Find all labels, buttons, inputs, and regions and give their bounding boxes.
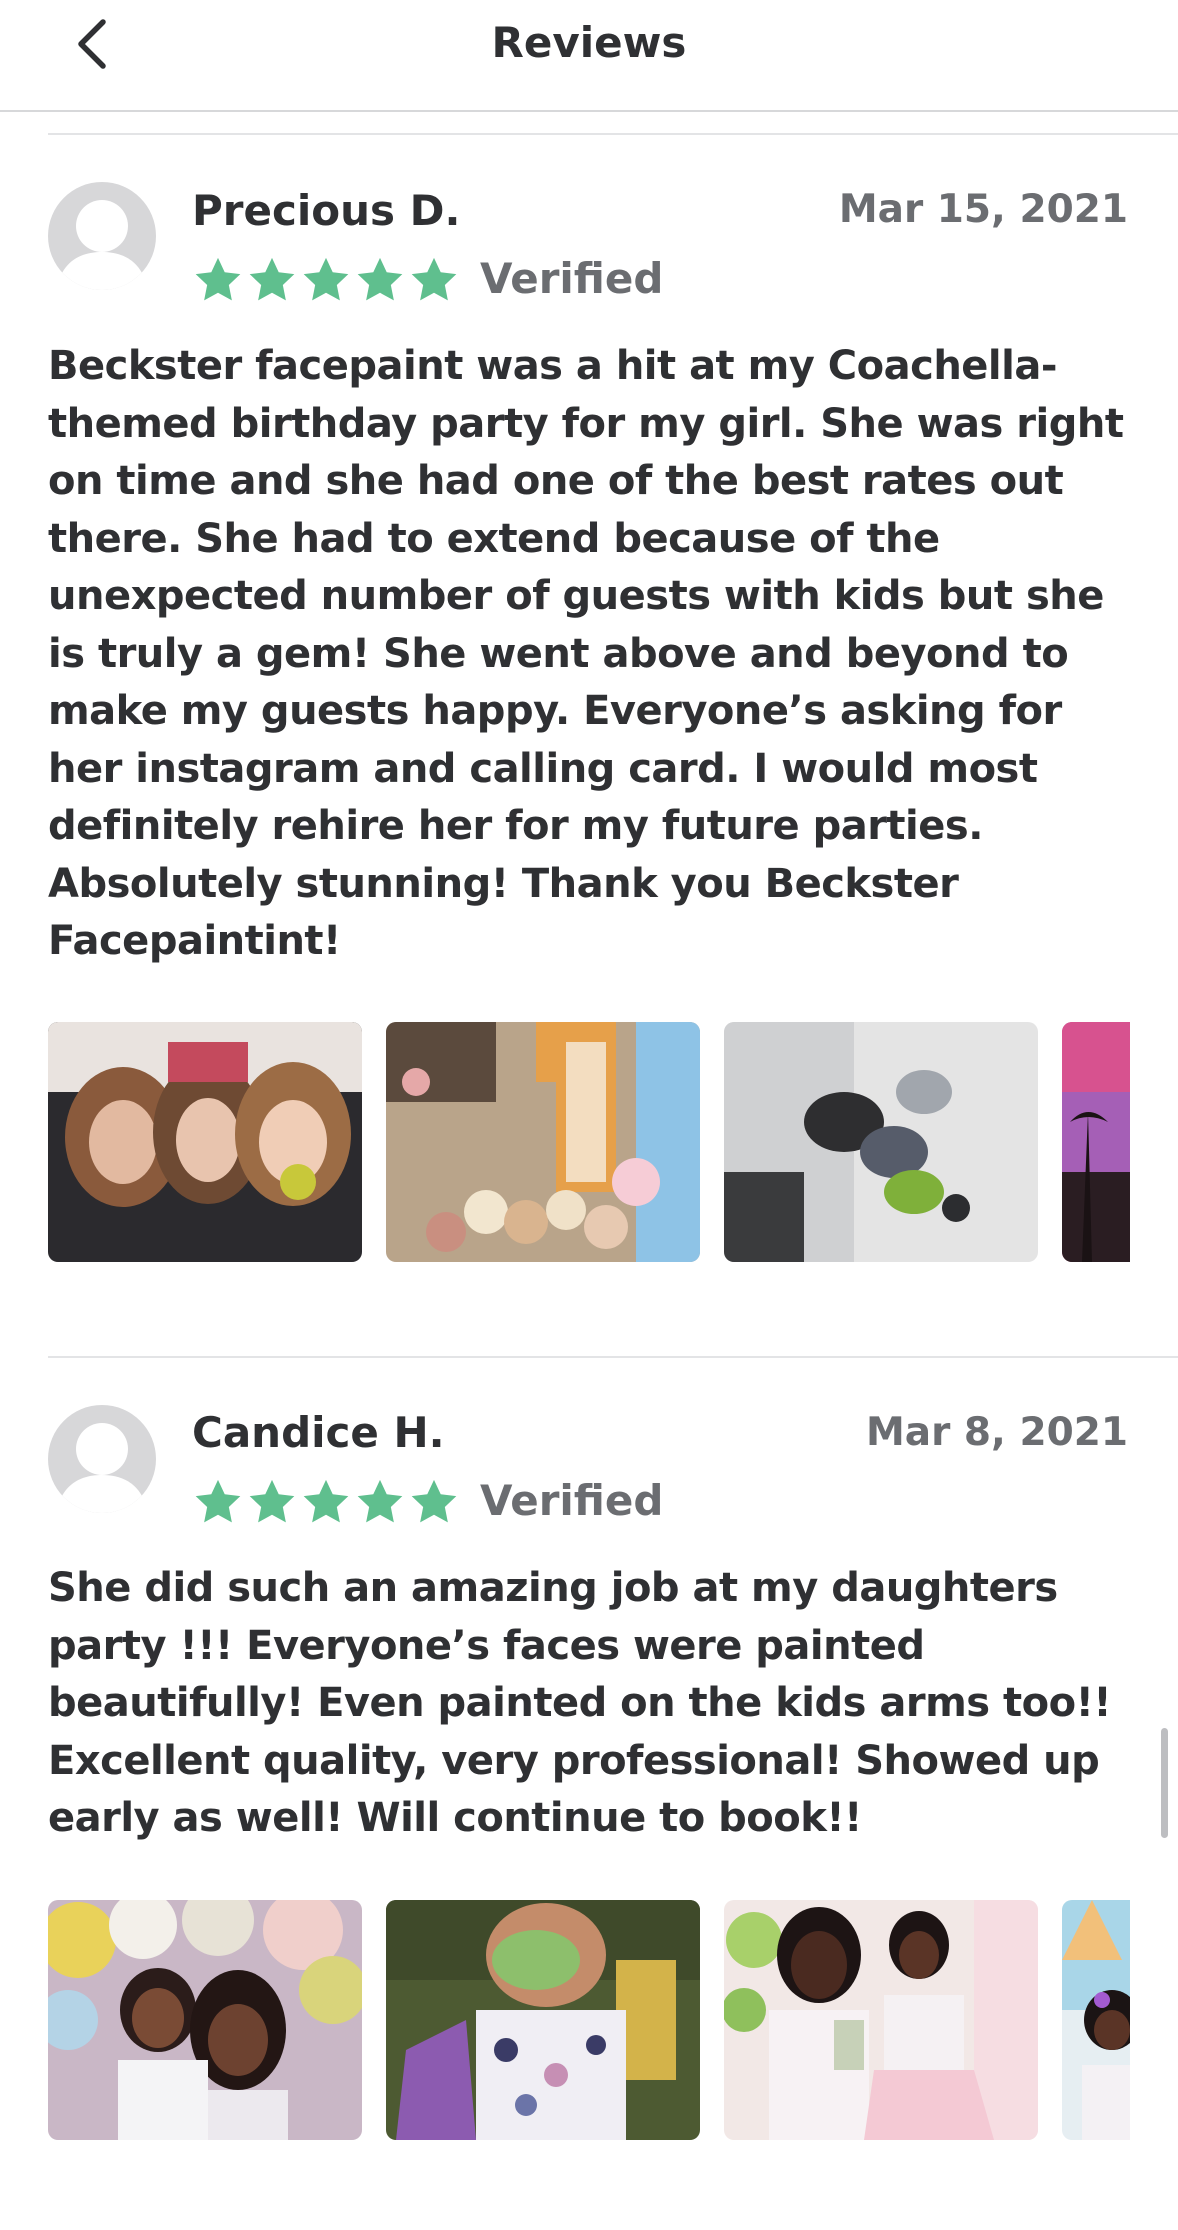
top-nav-bar: Reviews (0, 0, 1178, 112)
divider (48, 1356, 1178, 1358)
user-placeholder-icon (56, 200, 148, 290)
star-icon (195, 1479, 241, 1523)
user-placeholder-icon (56, 1423, 148, 1513)
star-icon (357, 1479, 403, 1523)
review-photo-strip[interactable] (48, 1022, 1130, 1262)
review-date: Mar 15, 2021 (838, 187, 1128, 232)
review-photo[interactable] (724, 1022, 1038, 1262)
reviewer-name[interactable]: Candice H. (192, 1408, 445, 1457)
star-icon (249, 257, 295, 301)
review-photo[interactable] (48, 1022, 362, 1262)
review-photo[interactable] (48, 1900, 362, 2140)
review-photo-strip[interactable] (48, 1900, 1130, 2140)
star-icon (303, 257, 349, 301)
review-photo[interactable] (386, 1022, 700, 1262)
review-date: Mar 8, 2021 (865, 1410, 1128, 1455)
review-photo[interactable] (386, 1900, 700, 2140)
review-photo[interactable] (1062, 1022, 1130, 1262)
star-icon (303, 1479, 349, 1523)
star-rating (192, 254, 460, 306)
reviewer-name[interactable]: Precious D. (192, 186, 460, 235)
review-photo[interactable] (1062, 1900, 1130, 2140)
star-icon (411, 1479, 457, 1523)
review-photo[interactable] (724, 1900, 1038, 2140)
verified-badge: Verified (480, 254, 664, 303)
page-title: Reviews (491, 18, 687, 67)
avatar[interactable] (48, 182, 156, 290)
scrollbar-thumb[interactable] (1161, 1728, 1168, 1838)
star-icon (249, 1479, 295, 1523)
star-icon (195, 257, 241, 301)
verified-badge: Verified (480, 1476, 664, 1525)
avatar[interactable] (48, 1405, 156, 1513)
star-rating (192, 1476, 460, 1528)
star-icon (411, 257, 457, 301)
star-icon (357, 257, 403, 301)
divider (48, 133, 1178, 135)
review-text: Beckster facepaint was a hit at my Coach… (48, 343, 1124, 964)
review-text: She did such an amazing job at my daught… (48, 1565, 1112, 1841)
